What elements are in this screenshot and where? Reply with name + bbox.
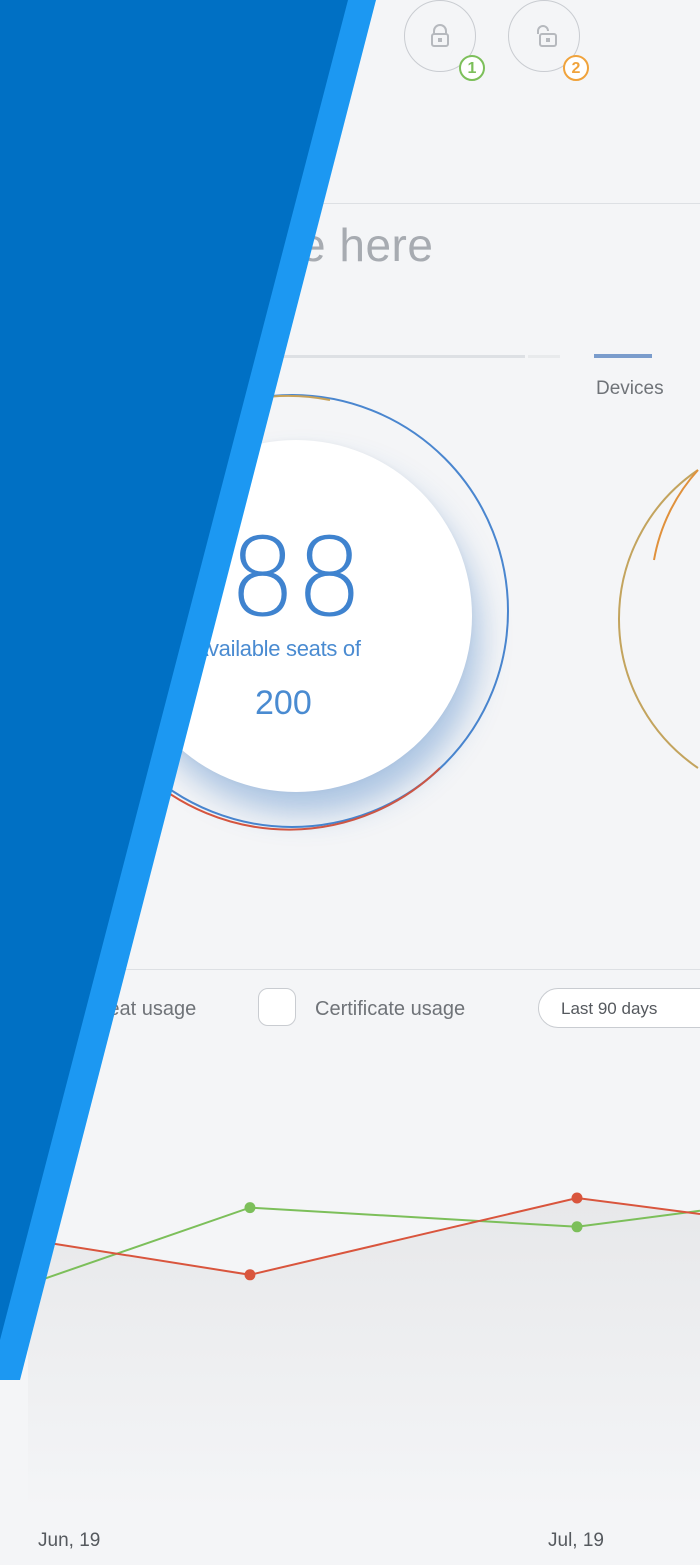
brand-banner: [0, 0, 376, 1380]
